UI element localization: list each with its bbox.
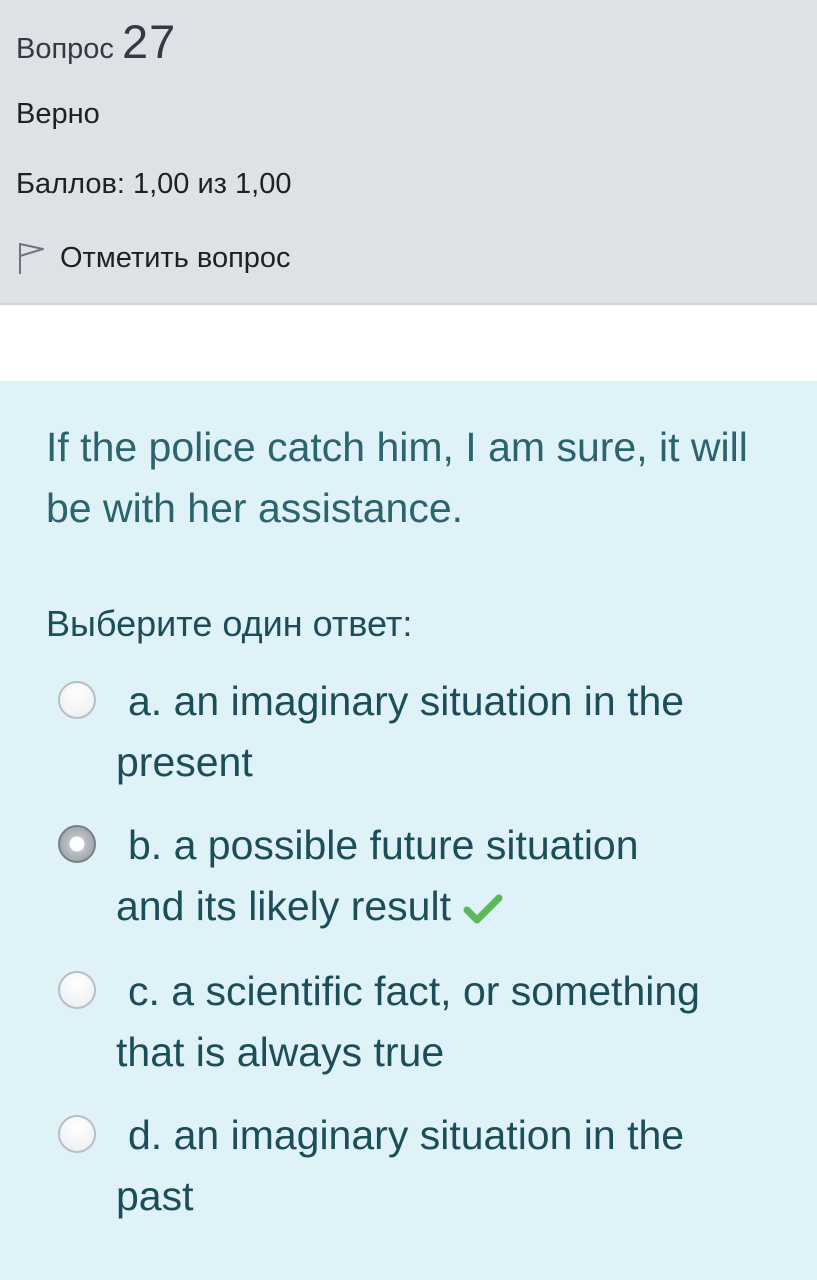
answer-radio-c[interactable] [58,971,96,1009]
answer-label-a[interactable]: a. an imaginary situation in the present [58,671,778,793]
question-info-panel: Вопрос 27 Верно Баллов: 1,00 из 1,00 Отме… [0,0,817,305]
flag-outline-icon [19,243,44,274]
question-label: Вопрос [16,33,114,65]
answer-label-b[interactable]: b. a possible future situation and its l… [58,815,778,937]
answer-label-c[interactable]: c. a scientific fact, or something that … [58,961,778,1083]
flag-question-label: Отметить вопрос [60,241,291,274]
answer-radio-a[interactable] [58,681,96,719]
answer-radio-d[interactable] [58,1115,96,1153]
question-heading: Вопрос 27 [16,14,176,69]
answer-option-a[interactable]: a. an imaginary situation in the present [58,671,778,793]
answer-radio-b[interactable] [58,825,96,863]
checkmark-icon [463,894,503,924]
question-number: 27 [121,15,177,68]
question-grade: Баллов: 1,00 из 1,00 [16,168,292,200]
answer-option-b[interactable]: b. a possible future situation and its l… [58,815,778,937]
flag-question-link[interactable]: Отметить вопрос [16,240,291,276]
answer-prompt: Выберите один ответ: [46,603,413,644]
question-content: If the police catch him, I am sure, it w… [0,381,817,1280]
answer-label-d[interactable]: d. an imaginary situation in the past [58,1105,778,1227]
answer-option-c[interactable]: c. a scientific fact, or something that … [58,961,778,1083]
question-text: If the police catch him, I am sure, it w… [46,424,748,531]
answer-option-d[interactable]: d. an imaginary situation in the past [58,1105,778,1227]
question-state: Верно [16,98,100,130]
